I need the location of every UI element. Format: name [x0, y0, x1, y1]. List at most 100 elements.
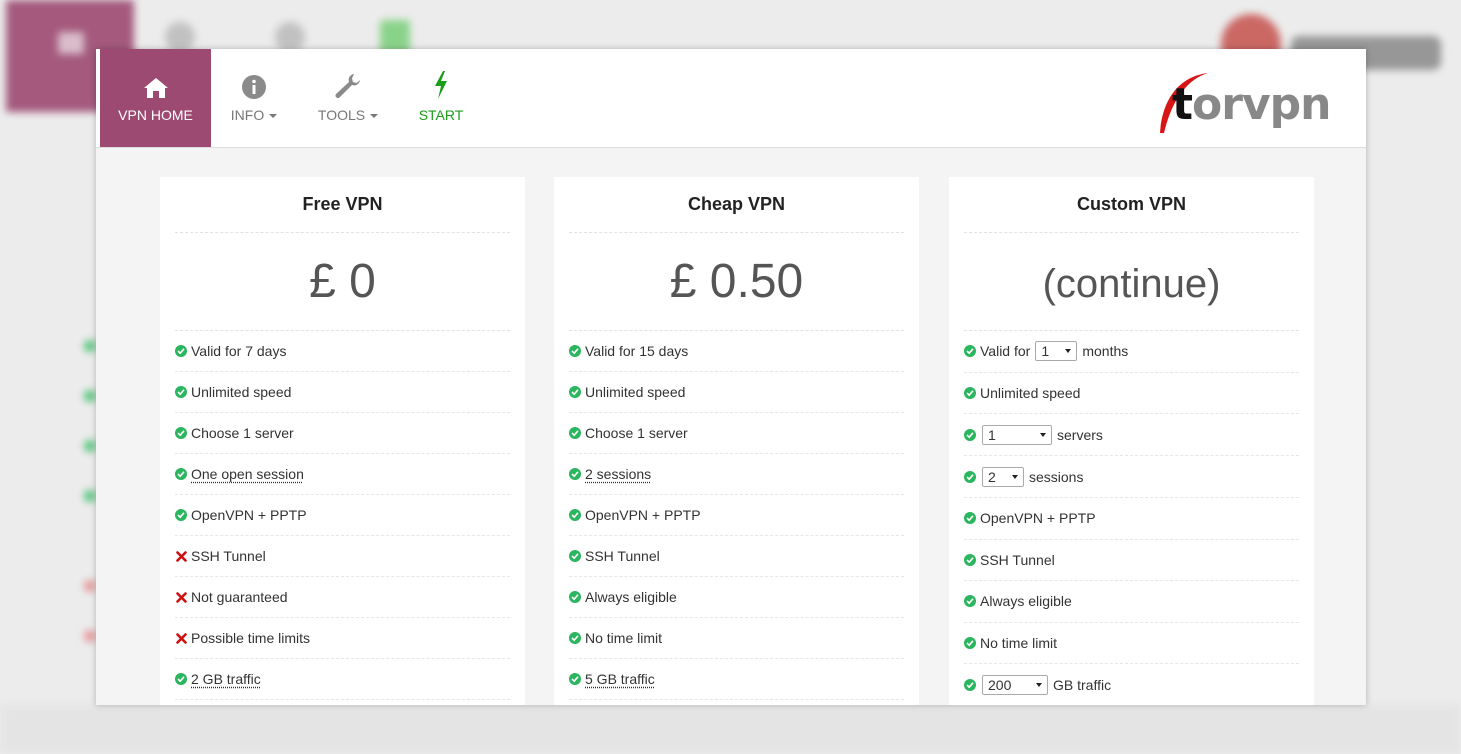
feature-text: No time limit — [585, 630, 663, 646]
plan-price: £ 0.50 — [569, 233, 904, 331]
feature-list: Valid for 7 days Unlimited speed Choose 1 … — [175, 331, 510, 700]
feature-time-limit: No time limit — [964, 623, 1299, 664]
info-icon — [242, 73, 266, 99]
plan-price: £ 0 — [175, 233, 510, 331]
check-icon — [569, 673, 581, 685]
nav-vpn-home[interactable]: VPN HOME — [100, 49, 211, 147]
feature-servers: 1 servers — [964, 414, 1299, 456]
feature-item: Valid for 7 days — [175, 331, 510, 372]
feature-text: Always eligible — [980, 593, 1072, 610]
servers-select[interactable]: 1 — [982, 424, 1052, 445]
plan-card-custom: Custom VPN (continue) Valid for 1 months… — [949, 177, 1314, 705]
chevron-down-icon — [1065, 349, 1072, 354]
feature-item: One open session — [175, 454, 510, 495]
check-icon — [569, 468, 581, 480]
feature-item: Choose 1 server — [569, 413, 904, 454]
feature-protocols: OpenVPN + PPTP — [964, 498, 1299, 540]
plan-title: Cheap VPN — [569, 177, 904, 233]
wrench-icon — [334, 73, 362, 99]
background-check — [84, 440, 96, 452]
check-icon — [569, 427, 581, 439]
feature-text: No time limit — [980, 634, 1058, 651]
plan-price-continue[interactable]: (continue) — [964, 233, 1299, 331]
background-footer — [0, 704, 1461, 754]
pricing-window: VPN HOME INFO TOOLS START torvpn Free VP… — [96, 49, 1366, 705]
feature-text: months — [1082, 343, 1129, 360]
feature-tooltip-text[interactable]: 2 sessions — [585, 466, 651, 482]
cross-icon — [175, 632, 187, 644]
feature-text: sessions — [1029, 468, 1084, 485]
feature-list: Valid for 15 days Unlimited speed Choose 1… — [569, 331, 904, 700]
check-icon — [964, 386, 976, 399]
chevron-down-icon — [370, 114, 379, 119]
cross-icon — [175, 591, 187, 603]
feature-text: OpenVPN + PPTP — [585, 507, 701, 523]
feature-item: Always eligible — [569, 577, 904, 618]
nav-vpn-home-label: VPN HOME — [118, 107, 193, 123]
feature-item: SSH Tunnel — [569, 536, 904, 577]
check-icon — [569, 345, 581, 357]
plan-card-cheap: Cheap VPN £ 0.50 Valid for 15 days Unlimi… — [554, 177, 919, 705]
months-select[interactable]: 1 — [1035, 341, 1078, 362]
feature-tooltip-text[interactable]: 2 GB traffic — [191, 671, 261, 687]
nav-tools[interactable]: TOOLS — [308, 49, 388, 147]
logo-wordmark: torvpn — [1172, 79, 1331, 130]
feature-item: Unlimited speed — [569, 372, 904, 413]
check-icon — [569, 509, 581, 521]
cross-icon — [175, 550, 187, 562]
feature-item: Not guaranteed — [175, 577, 510, 618]
feature-traffic: 200 GB traffic — [964, 664, 1299, 705]
home-icon — [143, 73, 169, 99]
feature-item: OpenVPN + PPTP — [175, 495, 510, 536]
nav-start[interactable]: START — [412, 49, 470, 147]
traffic-select[interactable]: 200 — [982, 674, 1048, 695]
feature-item: Valid for 15 days — [569, 331, 904, 372]
feature-item: SSH Tunnel — [175, 536, 510, 577]
background-tools-icon — [275, 22, 305, 52]
check-icon — [964, 512, 976, 525]
nav-info-label: INFO — [230, 107, 265, 123]
feature-item: Choose 1 server — [175, 413, 510, 454]
feature-item: No time limit — [569, 618, 904, 659]
check-icon — [175, 427, 187, 439]
feature-sessions: 2 sessions — [964, 456, 1299, 498]
feature-valid-months: Valid for 1 months — [964, 331, 1299, 373]
feature-text: Unlimited speed — [585, 384, 686, 400]
feature-tooltip-text[interactable]: 5 GB traffic — [585, 671, 655, 687]
feature-text: Unlimited speed — [191, 384, 292, 400]
feature-text: GB traffic — [1053, 676, 1112, 693]
nav-info[interactable]: INFO — [221, 49, 287, 147]
torvpn-logo[interactable]: torvpn — [1158, 63, 1358, 135]
chevron-down-icon — [1036, 682, 1042, 687]
check-icon — [175, 509, 187, 521]
feature-text: SSH Tunnel — [191, 548, 266, 564]
feature-ssh: SSH Tunnel — [964, 540, 1299, 581]
background-check — [84, 340, 96, 352]
check-icon — [964, 345, 976, 358]
feature-eligible: Always eligible — [964, 581, 1299, 623]
plan-card-free: Free VPN £ 0 Valid for 7 days Unlimited s… — [160, 177, 525, 705]
check-icon — [569, 632, 581, 644]
feature-text: Choose 1 server — [585, 425, 688, 441]
feature-text: OpenVPN + PPTP — [191, 507, 307, 523]
feature-text: Not guaranteed — [191, 589, 288, 605]
check-icon — [175, 386, 187, 398]
nav-start-label: START — [418, 107, 464, 123]
navbar: VPN HOME INFO TOOLS START torvpn — [96, 49, 1366, 148]
background-cross — [84, 630, 96, 642]
plan-title: Free VPN — [175, 177, 510, 233]
check-icon — [175, 673, 187, 685]
check-icon — [964, 678, 976, 691]
check-icon — [964, 595, 976, 608]
feature-text: Valid for 7 days — [191, 343, 287, 359]
feature-text: SSH Tunnel — [585, 548, 660, 564]
background-check — [84, 390, 96, 402]
feature-item: Unlimited speed — [175, 372, 510, 413]
background-cross — [84, 580, 96, 592]
background-check — [84, 490, 96, 502]
feature-item: Possible time limits — [175, 618, 510, 659]
feature-tooltip-text[interactable]: One open session — [191, 466, 304, 482]
sessions-select[interactable]: 2 — [982, 466, 1024, 487]
chevron-down-icon — [1012, 474, 1018, 479]
check-icon — [964, 636, 976, 649]
